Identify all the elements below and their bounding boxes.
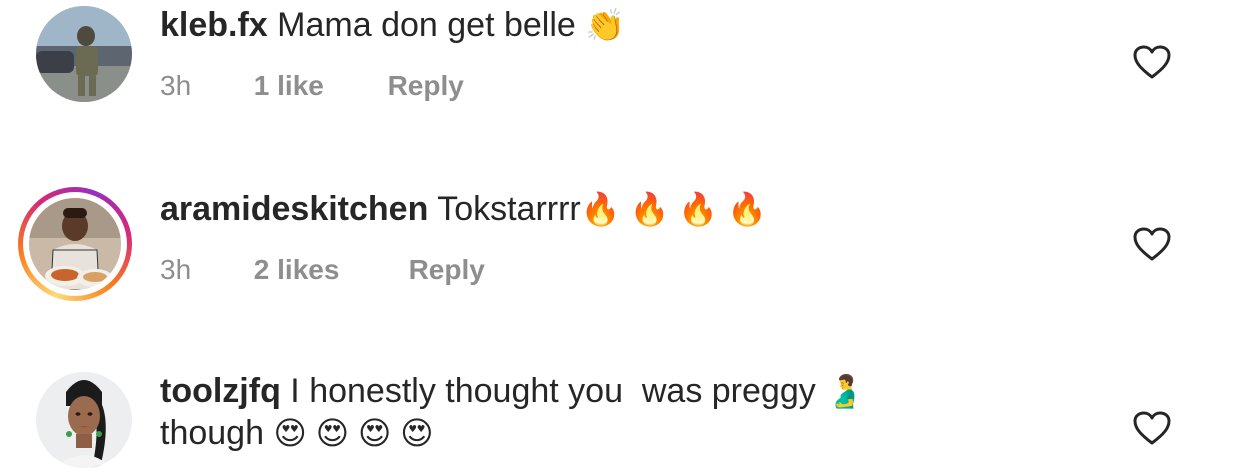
comment-likes[interactable]: 2 likes <box>254 253 401 287</box>
comment-text: Tokstarrrr <box>437 190 581 228</box>
comment-username[interactable]: aramideskitchen <box>160 190 428 228</box>
avatar[interactable] <box>29 198 121 290</box>
comment-text-continued: though <box>160 414 264 452</box>
pregnant-man-emoji: 🫃 <box>825 373 866 409</box>
comment-text: Mama don get belle <box>277 6 576 44</box>
avatar[interactable] <box>36 6 132 102</box>
comment-text-line: toolzjfq I honestly thought you was preg… <box>160 370 865 412</box>
comment-username[interactable]: kleb.fx <box>160 6 268 44</box>
comment-timestamp[interactable]: 3h <box>160 69 246 103</box>
comment-timestamp[interactable]: 3h <box>160 253 246 287</box>
comment-meta: 3h 2 likes Reply <box>160 253 485 287</box>
comment-text: I honestly thought you was preggy <box>290 372 816 410</box>
reply-button[interactable]: Reply <box>388 69 464 103</box>
heart-icon[interactable] <box>1132 410 1172 446</box>
comment-text-line-2: though 😍 😍 😍 😍 <box>160 412 434 454</box>
comment-username[interactable]: toolzjfq <box>160 372 281 410</box>
heart-eyes-emoji: 😍 😍 😍 😍 <box>273 415 434 451</box>
avatar[interactable] <box>36 372 132 468</box>
clapping-hands-emoji: 👏 <box>585 7 626 43</box>
comment-text-line: kleb.fx Mama don get belle 👏 <box>160 4 625 46</box>
heart-icon[interactable] <box>1132 44 1172 80</box>
fire-emoji: 🔥 🔥 🔥 🔥 <box>580 191 767 227</box>
reply-button[interactable]: Reply <box>409 253 485 287</box>
comment-likes[interactable]: 1 like <box>254 69 380 103</box>
heart-icon[interactable] <box>1132 226 1172 262</box>
comment-meta: 3h 1 like Reply <box>160 69 464 103</box>
comment-text-line: aramideskitchen Tokstarrrr🔥 🔥 🔥 🔥 <box>160 188 767 230</box>
